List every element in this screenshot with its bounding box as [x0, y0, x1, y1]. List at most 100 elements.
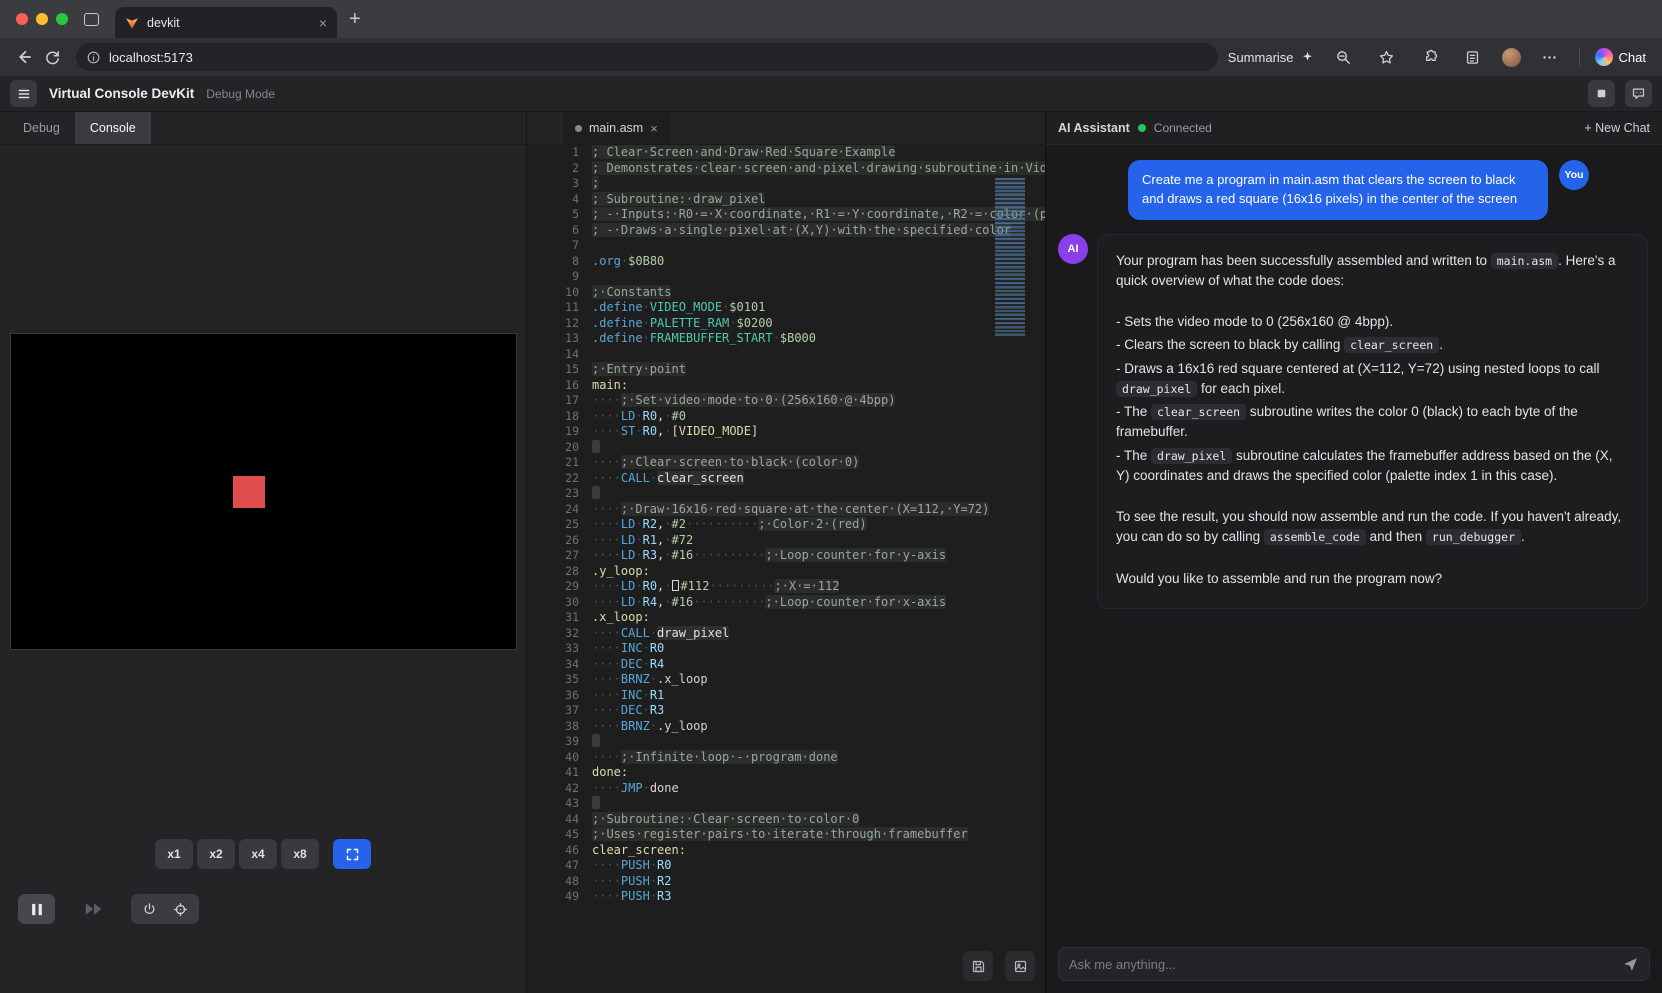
reload-button[interactable]	[38, 43, 66, 71]
code-line[interactable]: 4; Subroutine:·draw_pixel	[527, 192, 1045, 208]
code-line[interactable]: 47····PUSH·R0	[527, 858, 1045, 874]
editor-tab-main-asm[interactable]: main.asm ×	[563, 112, 670, 144]
code-line[interactable]: 28.y_loop:	[527, 564, 1045, 580]
zoom-icon[interactable]	[1330, 43, 1358, 71]
zoom-x2-button[interactable]: x2	[197, 839, 235, 869]
line-number: 42	[527, 781, 579, 797]
menu-button[interactable]	[10, 80, 37, 107]
window-icon[interactable]	[84, 13, 99, 26]
code-line[interactable]: 15;·Entry·point	[527, 362, 1045, 378]
code-line[interactable]: 12.define·PALETTE_RAM·$0200	[527, 316, 1045, 332]
code-line[interactable]: 40····;·Infinite·loop·-·program·done	[527, 750, 1045, 766]
code-line[interactable]: 20	[527, 440, 1045, 456]
zoom-x8-button[interactable]: x8	[281, 839, 319, 869]
fullscreen-button[interactable]	[333, 839, 371, 869]
code-line[interactable]: 35····BRNZ·.x_loop	[527, 672, 1045, 688]
editor-tab-close-icon[interactable]: ×	[650, 121, 658, 136]
chat-input[interactable]	[1069, 957, 1614, 972]
code-line[interactable]: 44;·Subroutine:·Clear·screen·to·color·0	[527, 812, 1045, 828]
close-window-button[interactable]	[16, 13, 28, 25]
summarise-button[interactable]: Summarise	[1228, 50, 1315, 65]
minimize-window-button[interactable]	[36, 13, 48, 25]
tab-console[interactable]: Console	[75, 112, 151, 144]
code-line[interactable]: 32····CALL·draw_pixel	[527, 626, 1045, 642]
code-line[interactable]: 42····JMP·done	[527, 781, 1045, 797]
copilot-chat-button[interactable]: Chat	[1595, 48, 1646, 66]
more-menu-icon[interactable]	[1536, 43, 1564, 71]
code-line[interactable]: 34····DEC·R4	[527, 657, 1045, 673]
code-line[interactable]: 7	[527, 238, 1045, 254]
code-line[interactable]: 6; -·Draws·a·single·pixel·at·(X,Y)·with·…	[527, 223, 1045, 239]
line-number: 18	[527, 409, 579, 425]
line-number: 7	[527, 238, 579, 254]
code-line[interactable]: 2; Demonstrates·clear·screen·and·pixel·d…	[527, 161, 1045, 177]
code-line[interactable]: 48····PUSH·R2	[527, 874, 1045, 890]
reset-target-button[interactable]	[173, 902, 188, 917]
code-line[interactable]: 16main:	[527, 378, 1045, 394]
export-image-button[interactable]	[1005, 951, 1035, 981]
code-line[interactable]: 10;·Constants	[527, 285, 1045, 301]
power-button[interactable]	[142, 902, 157, 917]
code-editor[interactable]: 1; Clear·Screen·and·Draw·Red·Square·Exam…	[527, 145, 1045, 931]
code-line[interactable]: 38····BRNZ·.y_loop	[527, 719, 1045, 735]
code-line[interactable]: 37····DEC·R3	[527, 703, 1045, 719]
favorites-star-icon[interactable]	[1373, 43, 1401, 71]
code-line[interactable]: 19····ST·R0,·[VIDEO_MODE]	[527, 424, 1045, 440]
code-line[interactable]: 13.define·FRAMEBUFFER_START·$B000	[527, 331, 1045, 347]
line-number: 17	[527, 393, 579, 409]
panel-layout-button[interactable]	[1588, 80, 1615, 107]
fast-forward-button[interactable]	[85, 902, 103, 916]
send-icon[interactable]	[1622, 956, 1639, 973]
code-line[interactable]: 11.define·VIDEO_MODE·$0101	[527, 300, 1045, 316]
code-line[interactable]: 36····INC·R1	[527, 688, 1045, 704]
zoom-x4-button[interactable]: x4	[239, 839, 277, 869]
virtual-screen[interactable]	[10, 333, 517, 650]
code-line[interactable]: 41done:	[527, 765, 1045, 781]
code-line[interactable]: 46clear_screen:	[527, 843, 1045, 859]
code-line[interactable]: 43	[527, 796, 1045, 812]
new-tab-button[interactable]: +	[349, 9, 361, 29]
code-line[interactable]: 25····LD·R2,·#2··········;·Color·2·(red)	[527, 517, 1045, 533]
code-line[interactable]: 1; Clear·Screen·and·Draw·Red·Square·Exam…	[527, 145, 1045, 161]
tab-close-icon[interactable]: ×	[319, 15, 327, 31]
code-line[interactable]: 14	[527, 347, 1045, 363]
code-line[interactable]: 33····INC·R0	[527, 641, 1045, 657]
code-line[interactable]: 30····LD·R4,·#16··········;·Loop·counter…	[527, 595, 1045, 611]
assistant-toggle-button[interactable]	[1625, 80, 1652, 107]
save-file-button[interactable]	[963, 951, 993, 981]
code-line[interactable]: 39	[527, 734, 1045, 750]
browser-tab[interactable]: devkit ×	[115, 7, 337, 38]
code-line[interactable]: 3;	[527, 176, 1045, 192]
back-button[interactable]	[10, 43, 38, 71]
profile-avatar[interactable]	[1502, 48, 1521, 67]
code-line[interactable]: 23	[527, 486, 1045, 502]
code-line[interactable]: 8.org·$0B80	[527, 254, 1045, 270]
code-line[interactable]: 31.x_loop:	[527, 610, 1045, 626]
code-line[interactable]: 18····LD·R0,·#0	[527, 409, 1045, 425]
code-line[interactable]: 27····LD·R3,·#16··········;·Loop·counter…	[527, 548, 1045, 564]
editor-panel: main.asm × 1; Clear·Screen·and·Draw·Red·…	[527, 112, 1045, 993]
zoom-x1-button[interactable]: x1	[155, 839, 193, 869]
address-bar[interactable]: localhost:5173	[76, 43, 1218, 71]
chat-input-bar	[1058, 947, 1650, 981]
site-info-icon[interactable]	[86, 50, 101, 65]
code-line[interactable]: 24····;·Draw·16x16·red·square·at·the·cen…	[527, 502, 1045, 518]
code-line[interactable]: 5; -·Inputs:·R0·=·X·coordinate,·R1·=·Y·c…	[527, 207, 1045, 223]
line-number: 9	[527, 269, 579, 285]
tab-debug[interactable]: Debug	[8, 112, 75, 144]
code-line[interactable]: 22····CALL·clear_screen	[527, 471, 1045, 487]
minimap[interactable]	[995, 178, 1025, 336]
new-chat-button[interactable]: + New Chat	[1584, 121, 1650, 135]
code-line[interactable]: 49····PUSH·R3	[527, 889, 1045, 905]
collections-icon[interactable]	[1459, 43, 1487, 71]
pause-button[interactable]	[18, 894, 55, 924]
code-line[interactable]: 45;·Uses·register·pairs·to·iterate·throu…	[527, 827, 1045, 843]
code-line[interactable]: 21····;·Clear·screen·to·black·(color·0)	[527, 455, 1045, 471]
code-line[interactable]: 17····;·Set·video·mode·to·0·(256x160·@·4…	[527, 393, 1045, 409]
fullscreen-window-button[interactable]	[56, 13, 68, 25]
code-line[interactable]: 29····LD·R0,·#112·········;·X·=·112	[527, 579, 1045, 595]
ai-avatar: AI	[1058, 234, 1088, 264]
code-line[interactable]: 26····LD·R1,·#72	[527, 533, 1045, 549]
code-line[interactable]: 9	[527, 269, 1045, 285]
extensions-icon[interactable]	[1416, 43, 1444, 71]
